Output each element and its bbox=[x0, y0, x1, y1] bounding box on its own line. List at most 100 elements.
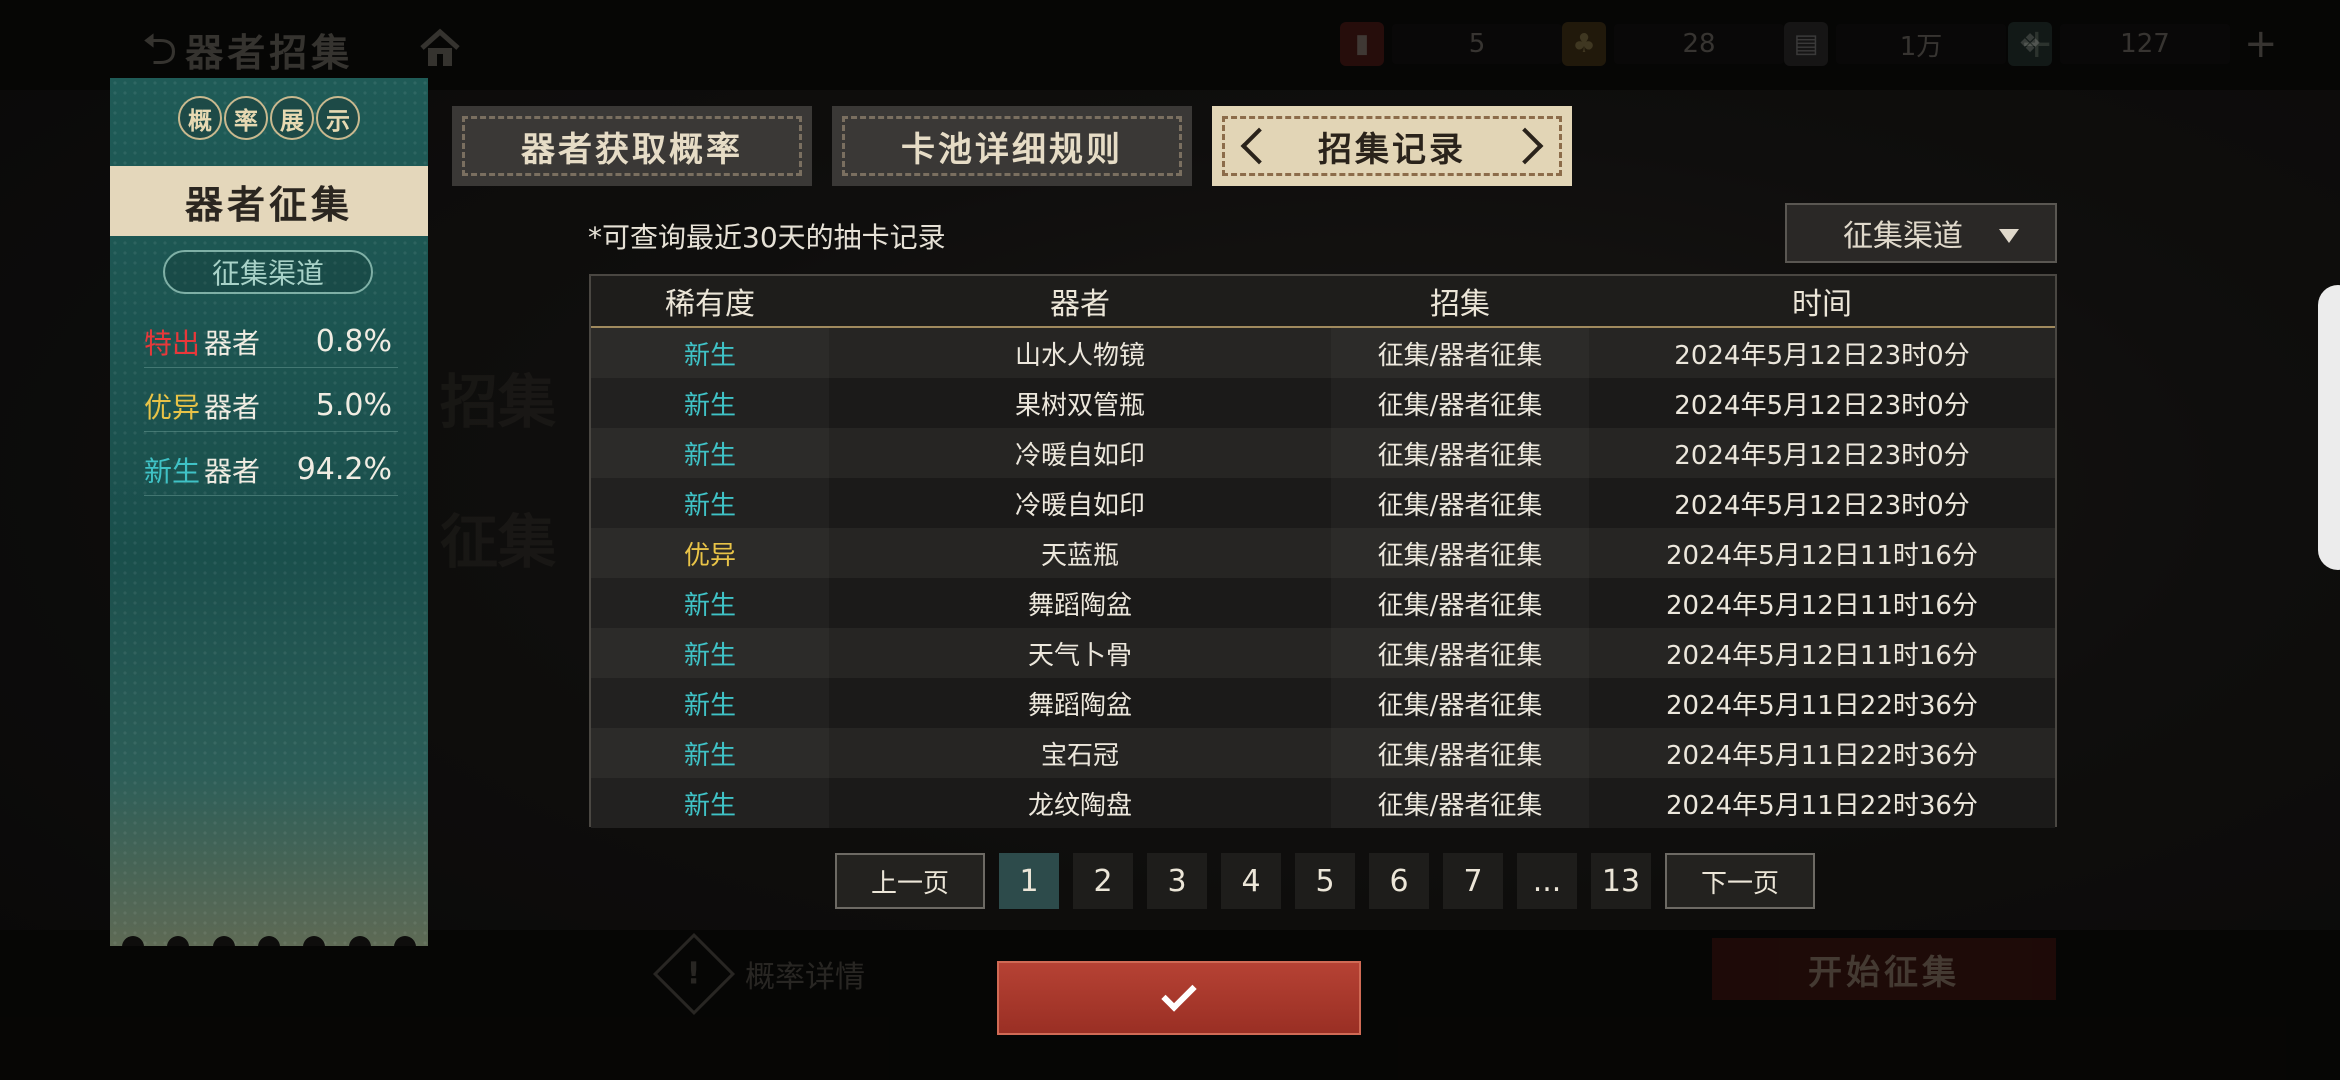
panel-header: 概 率 展 示 bbox=[110, 78, 428, 166]
rarity-cell: 新生 bbox=[591, 328, 829, 378]
page-ellipsis: ... bbox=[1517, 853, 1577, 909]
tab-pool-rules[interactable]: 卡池详细规则 bbox=[832, 106, 1192, 186]
records-table: 稀有度 器者 招集 时间 新生 山水人物镜 征集/器者征集 2024年5月12日… bbox=[589, 274, 2057, 828]
rarity-cell: 优异 bbox=[591, 528, 829, 578]
name-cell: 天蓝瓶 bbox=[1040, 540, 1119, 571]
column-header: 稀有度 bbox=[665, 287, 755, 322]
kind-label: 器者 bbox=[204, 390, 261, 424]
dropdown-triangle-icon bbox=[1999, 229, 2019, 243]
rarity-label: 特出 bbox=[144, 326, 201, 360]
rarity-label: 优异 bbox=[144, 390, 201, 424]
rarity-cell: 新生 bbox=[591, 778, 829, 828]
rarity-cell: 新生 bbox=[591, 578, 829, 628]
name-cell: 舞蹈陶盆 bbox=[1027, 590, 1132, 621]
source-cell: 征集/器者征集 bbox=[1331, 428, 1589, 478]
table-row: 优异 天蓝瓶 征集/器者征集 2024年5月12日11时16分 bbox=[591, 528, 2055, 578]
column-header: 时间 bbox=[1792, 287, 1852, 322]
time-cell: 2024年5月11日22时36分 bbox=[1666, 740, 1978, 771]
tab-recruit-records[interactable]: 招集记录 bbox=[1212, 106, 1572, 186]
title-char: 示 bbox=[316, 96, 360, 140]
records-note: *可查询最近30天的抽卡记录 bbox=[588, 221, 946, 254]
source-cell: 征集/器者征集 bbox=[1331, 678, 1589, 728]
title-char: 概 bbox=[178, 96, 222, 140]
rate-percent: 94.2% bbox=[296, 452, 392, 487]
table-row: 新生 冷暖自如印 征集/器者征集 2024年5月12日23时0分 bbox=[591, 478, 2055, 528]
page-button-current[interactable]: 1 bbox=[999, 853, 1059, 909]
time-cell: 2024年5月12日23时0分 bbox=[1674, 390, 1970, 421]
kind-label: 器者 bbox=[204, 454, 261, 488]
rate-row-excellent: 优异 器者 5.0% bbox=[144, 380, 398, 432]
table-row: 新生 宝石冠 征集/器者征集 2024年5月11日22时36分 bbox=[591, 728, 2055, 778]
page-button[interactable]: 4 bbox=[1221, 853, 1281, 909]
table-row: 新生 果树双管瓶 征集/器者征集 2024年5月12日23时0分 bbox=[591, 378, 2055, 428]
time-cell: 2024年5月12日23时0分 bbox=[1674, 440, 1970, 471]
source-cell: 征集/器者征集 bbox=[1331, 528, 1589, 578]
tab-label: 招集记录 bbox=[1318, 129, 1466, 170]
table-row: 新生 舞蹈陶盆 征集/器者征集 2024年5月11日22时36分 bbox=[591, 678, 2055, 728]
probability-panel: 概 率 展 示 器者征集 征集渠道 特出 器者 0.8% 优异 器者 5.0% … bbox=[110, 78, 428, 946]
next-page-button[interactable]: 下一页 bbox=[1665, 853, 1815, 909]
page-button[interactable]: 2 bbox=[1073, 853, 1133, 909]
tab-label: 器者获取概率 bbox=[521, 129, 743, 170]
table-row: 新生 冷暖自如印 征集/器者征集 2024年5月12日23时0分 bbox=[591, 428, 2055, 478]
channel-filter-dropdown[interactable]: 征集渠道 bbox=[1785, 203, 2057, 263]
time-cell: 2024年5月12日23时0分 bbox=[1674, 340, 1970, 371]
table-row: 新生 龙纹陶盘 征集/器者征集 2024年5月11日22时36分 bbox=[591, 778, 2055, 828]
tab-label: 卡池详细规则 bbox=[901, 129, 1123, 170]
time-cell: 2024年5月11日22时36分 bbox=[1666, 790, 1978, 821]
name-cell: 冷暖自如印 bbox=[1014, 440, 1145, 471]
kind-label: 器者 bbox=[204, 326, 261, 360]
time-cell: 2024年5月12日11时16分 bbox=[1666, 640, 1978, 671]
table-body: 新生 山水人物镜 征集/器者征集 2024年5月12日23时0分 新生 果树双管… bbox=[591, 328, 2055, 828]
name-cell: 宝石冠 bbox=[1040, 740, 1119, 771]
ticket-notches bbox=[110, 936, 428, 946]
page-button[interactable]: 5 bbox=[1295, 853, 1355, 909]
name-cell: 舞蹈陶盆 bbox=[1027, 690, 1132, 721]
rarity-label: 新生 bbox=[144, 454, 201, 488]
prev-page-button[interactable]: 上一页 bbox=[835, 853, 985, 909]
table-row: 新生 山水人物镜 征集/器者征集 2024年5月12日23时0分 bbox=[591, 328, 2055, 378]
tab-acquire-probability[interactable]: 器者获取概率 bbox=[452, 106, 812, 186]
source-cell: 征集/器者征集 bbox=[1331, 628, 1589, 678]
page-button-last[interactable]: 13 bbox=[1591, 853, 1651, 909]
confirm-button[interactable] bbox=[997, 961, 1361, 1035]
name-cell: 龙纹陶盘 bbox=[1027, 790, 1132, 821]
title-char: 展 bbox=[270, 96, 314, 140]
time-cell: 2024年5月12日11时16分 bbox=[1666, 590, 1978, 621]
source-cell: 征集/器者征集 bbox=[1331, 728, 1589, 778]
page-button[interactable]: 3 bbox=[1147, 853, 1207, 909]
rarity-cell: 新生 bbox=[591, 628, 829, 678]
rate-row-special: 特出 器者 0.8% bbox=[144, 316, 398, 368]
checkmark-icon bbox=[1161, 976, 1197, 1012]
rarity-cell: 新生 bbox=[591, 478, 829, 528]
rarity-cell: 新生 bbox=[591, 378, 829, 428]
source-cell: 征集/器者征集 bbox=[1331, 478, 1589, 528]
table-header: 稀有度 器者 招集 时间 bbox=[591, 276, 2055, 328]
name-cell: 天气卜骨 bbox=[1027, 640, 1132, 671]
pool-name-banner: 器者征集 bbox=[110, 166, 428, 236]
source-cell: 征集/器者征集 bbox=[1331, 328, 1589, 378]
rate-row-common: 新生 器者 94.2% bbox=[144, 444, 398, 496]
title-char: 率 bbox=[224, 96, 268, 140]
source-cell: 征集/器者征集 bbox=[1331, 578, 1589, 628]
time-cell: 2024年5月11日22时36分 bbox=[1666, 690, 1978, 721]
page-button[interactable]: 7 bbox=[1443, 853, 1503, 909]
time-cell: 2024年5月12日11时16分 bbox=[1666, 540, 1978, 571]
table-row: 新生 舞蹈陶盆 征集/器者征集 2024年5月12日11时16分 bbox=[591, 578, 2055, 628]
page-button[interactable]: 6 bbox=[1369, 853, 1429, 909]
rarity-cell: 新生 bbox=[591, 728, 829, 778]
column-header: 器者 bbox=[1050, 287, 1110, 322]
column-header: 招集 bbox=[1430, 287, 1490, 322]
rate-percent: 0.8% bbox=[315, 324, 392, 359]
name-cell: 冷暖自如印 bbox=[1014, 490, 1145, 521]
probability-display-title: 概 率 展 示 bbox=[178, 96, 360, 140]
time-cell: 2024年5月12日23时0分 bbox=[1674, 490, 1970, 521]
rarity-cell: 新生 bbox=[591, 678, 829, 728]
channel-badge: 征集渠道 bbox=[163, 250, 373, 294]
name-cell: 山水人物镜 bbox=[1014, 340, 1145, 371]
filter-label: 征集渠道 bbox=[1843, 219, 1963, 254]
rate-percent: 5.0% bbox=[315, 388, 392, 423]
side-drawer-handle[interactable] bbox=[2318, 285, 2340, 570]
table-row: 新生 天气卜骨 征集/器者征集 2024年5月12日11时16分 bbox=[591, 628, 2055, 678]
source-cell: 征集/器者征集 bbox=[1331, 378, 1589, 428]
